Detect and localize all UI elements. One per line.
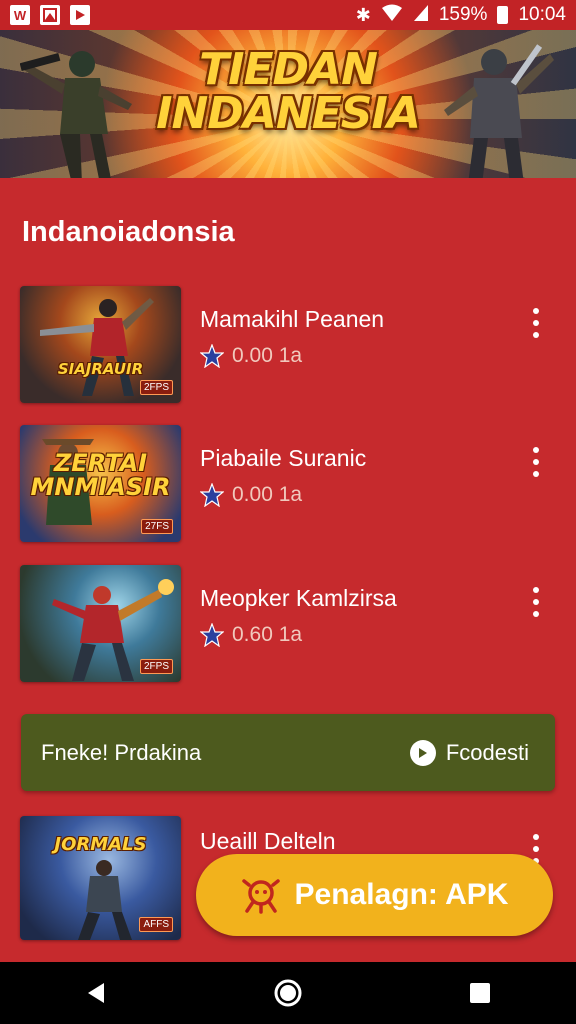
clock: 10:04 [518,4,566,25]
image-notification-icon [40,5,60,25]
promo-action-label: Fcodesti [445,739,529,765]
back-icon [88,983,104,1003]
rating-value: 0.60 1a [232,623,303,646]
star-icon [200,623,224,647]
thumbnail-badge: AFFS [139,917,173,932]
banner-title-line2: INDANESIA [156,88,421,139]
banner-title: TIEDAN INDANESIA [0,48,576,136]
promo-action[interactable]: Fcodesti [409,739,529,766]
game-thumbnail[interactable]: JORMALS AFFS [20,816,181,940]
star-icon [200,483,224,507]
signal-icon [413,4,429,27]
game-thumbnail[interactable]: 2FPS [20,565,181,682]
bluetooth-icon: ✱ [355,5,371,25]
thumbnail-title: JORMALS [54,834,147,855]
thumbnail-title: SIAJRAUIR [57,360,144,378]
thumbnail-title: ZERTAI MNMIASIR [30,449,171,501]
item-title[interactable]: Ueaill Delteln [200,828,336,855]
item-title[interactable]: Piabaile Suranic [200,445,366,472]
game-thumbnail[interactable]: ZERTAI MNMIASIR 27FS [20,425,181,542]
more-options-icon[interactable] [524,308,548,338]
battery-icon [497,6,509,24]
download-app-icon [241,879,280,914]
list-item[interactable]: 2FPS Meopker Kamlzirsa 0.60 1a [20,565,556,685]
status-bar-left: W [10,5,90,25]
status-bar-right: ✱ 159% 10:04 [356,4,566,27]
rating-value: 0.00 1a [232,483,303,506]
item-rating: 0.60 1a [200,623,302,647]
list-item[interactable]: ZERTAI MNMIASIR 27FS Piabaile Suranic 0.… [20,425,556,545]
item-rating: 0.00 1a [200,483,302,507]
thumbnail-badge: 2FPS [139,380,173,395]
download-apk-label: Penalagn: APK [294,878,509,911]
back-button[interactable] [76,973,116,1013]
item-title[interactable]: Meopker Kamlzirsa [200,585,397,612]
list-item[interactable]: SIAJRAUIR 2FPS Mamakihl Peanen 0.00 1a [20,286,556,406]
promo-arrow-icon [409,739,436,766]
item-title[interactable]: Mamakihl Peanen [200,306,384,333]
recents-icon [470,983,490,1003]
hero-banner[interactable]: TIEDAN INDANESIA [0,30,576,178]
more-options-icon[interactable] [524,587,548,617]
recents-button[interactable] [460,973,500,1013]
section-title: Indanоiadonsia [22,216,235,248]
promo-banner[interactable]: Fneke! Prdakina Fcodesti [21,714,555,791]
promo-text: Fneke! Prdakina [41,739,202,765]
wifi-icon [381,4,403,27]
system-navigation-bar [0,962,576,1024]
item-rating: 0.00 1a [200,344,302,368]
banner-title-line1: TIEDAN [199,44,378,95]
battery-percentage: 159% [438,4,488,25]
thumbnail-badge: 27FS [141,519,173,534]
more-options-icon[interactable] [524,447,548,477]
status-bar: W ✱ 159% 10:04 [0,0,576,30]
rating-value: 0.00 1a [232,344,303,367]
thumbnail-badge: 2FPS [139,659,173,674]
play-notification-icon [70,5,90,25]
word-app-icon: W [10,5,30,25]
home-button[interactable] [268,973,308,1013]
download-apk-button[interactable]: Penalagn: APK [196,854,553,936]
star-icon [200,344,224,368]
game-thumbnail[interactable]: SIAJRAUIR 2FPS [20,286,181,403]
home-icon [274,979,302,1007]
